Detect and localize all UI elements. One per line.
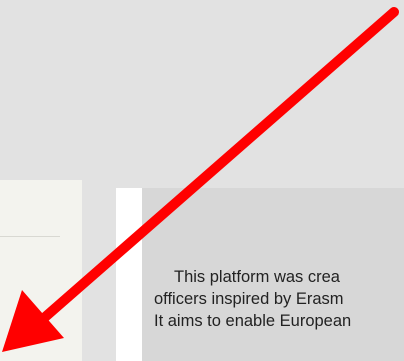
annotation-arrow-icon [2, 7, 399, 352]
arrow-shaft [39, 7, 399, 323]
page: { "main": { "description_lines": [ "This… [0, 0, 404, 361]
arrow-head [2, 290, 64, 352]
